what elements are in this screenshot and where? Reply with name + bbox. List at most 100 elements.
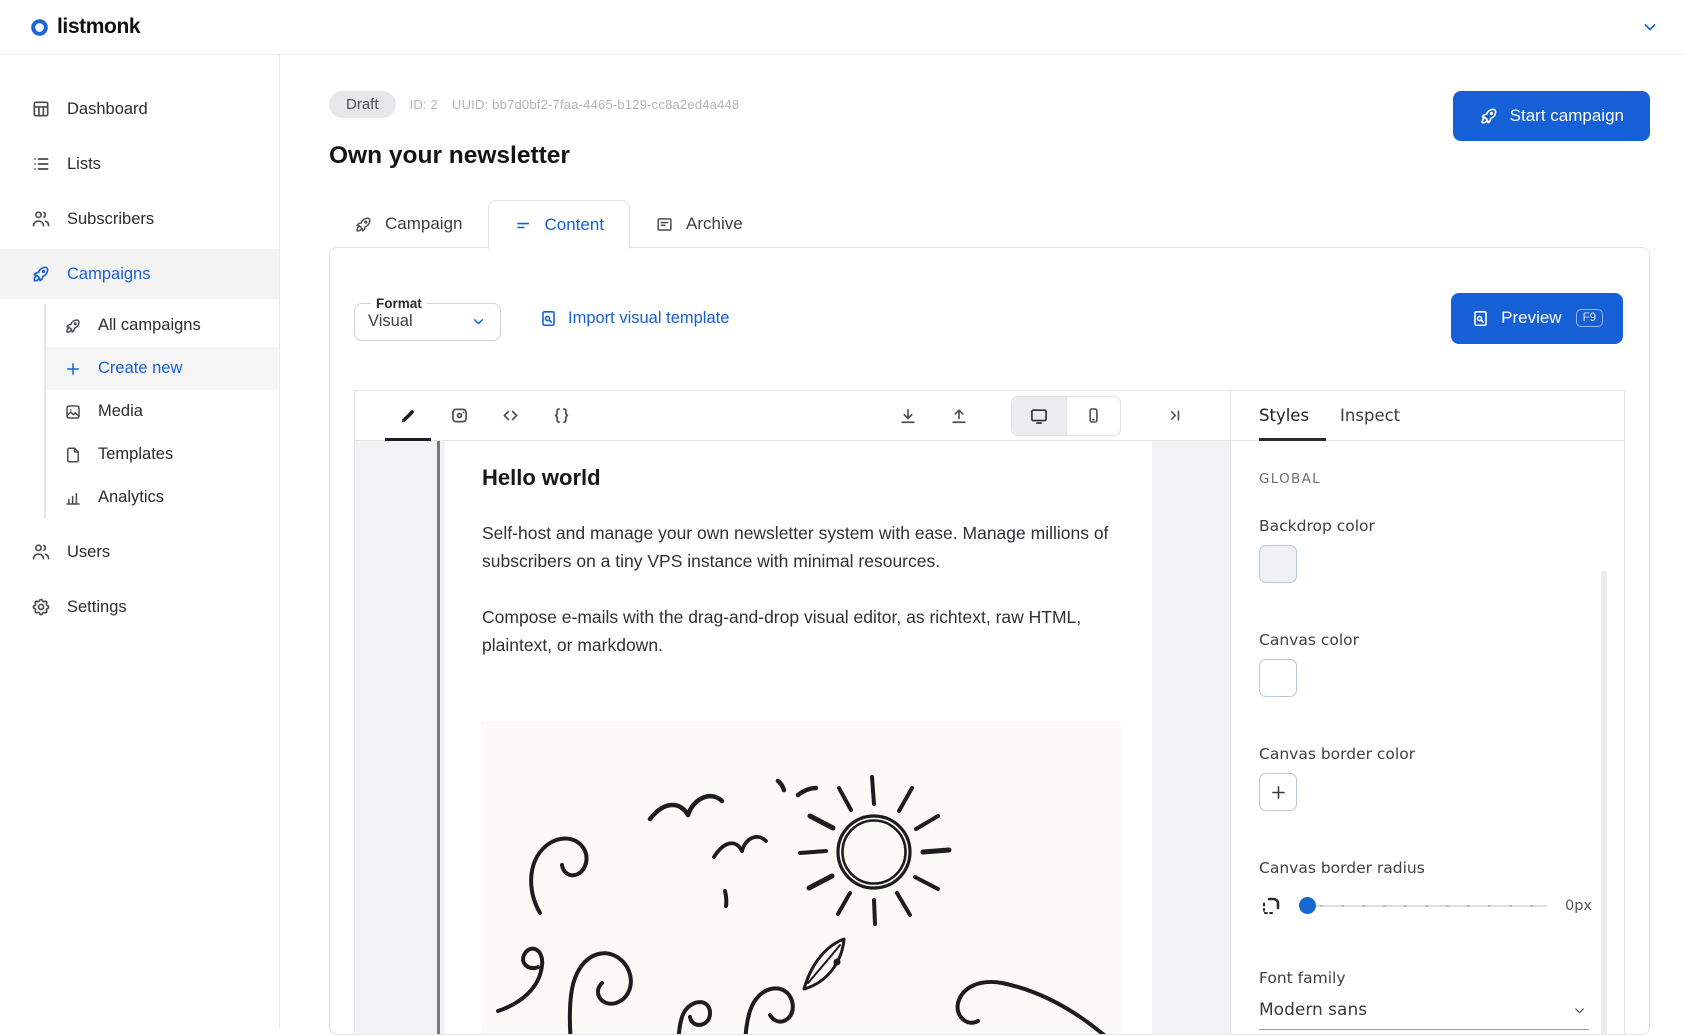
tab-campaign[interactable]: Campaign [329, 200, 488, 248]
canvas-border-color-swatch[interactable] [1259, 773, 1297, 811]
sidebar-item-media[interactable]: Media [46, 390, 279, 433]
email-body[interactable]: Hello world Self-host and manage your ow… [445, 441, 1152, 1034]
format-select[interactable]: Visual [368, 312, 487, 331]
sidebar-item-create-new[interactable]: Create new [46, 347, 279, 390]
border-radius-slider[interactable] [1299, 891, 1547, 921]
format-row: Format Visual Import visual template Pre… [330, 248, 1649, 360]
mobile-view-button[interactable] [1066, 397, 1120, 435]
sidebar-item-templates[interactable]: Templates [46, 433, 279, 476]
sidebar-item-label: Users [67, 543, 110, 562]
dashboard-icon [31, 99, 51, 119]
campaign-meta: Draft ID: 2 UUID: bb7d0bf2-7faa-4465-b12… [329, 91, 739, 118]
preview-mode-button[interactable] [436, 393, 482, 439]
sidebar-item-analytics[interactable]: Analytics [46, 476, 279, 519]
backdrop-color-label: Backdrop color [1259, 517, 1596, 535]
edit-tool-button[interactable] [385, 393, 431, 439]
email-canvas-backdrop[interactable]: Hello world Self-host and manage your ow… [355, 441, 1230, 1034]
email-hero-image[interactable] [482, 721, 1122, 1034]
tab-inspect[interactable]: Inspect [1340, 406, 1400, 425]
chevron-down-icon [1640, 17, 1660, 37]
canvas-color-swatch[interactable] [1259, 659, 1297, 697]
users-icon [31, 209, 51, 229]
upload-icon [949, 406, 969, 426]
users-icon [31, 542, 51, 562]
font-family-label: Font family [1259, 969, 1596, 987]
chevron-bar-right-icon [1165, 406, 1184, 425]
sidebar-item-label: Dashboard [67, 100, 148, 119]
sidebar: Dashboard Lists Subscribers Campaigns Al… [0, 55, 280, 1029]
slider-knob[interactable] [1299, 897, 1316, 914]
sidebar-item-settings[interactable]: Settings [0, 582, 279, 632]
border-radius-icon [1259, 894, 1283, 918]
list-icon [31, 154, 51, 174]
desktop-view-button[interactable] [1012, 397, 1066, 435]
sidebar-item-campaigns[interactable]: Campaigns [0, 249, 279, 299]
sidebar-item-dashboard[interactable]: Dashboard [0, 84, 279, 134]
sidebar-item-label: Settings [67, 598, 127, 617]
backdrop-color-swatch[interactable] [1259, 545, 1297, 583]
rocket-icon [31, 264, 51, 284]
logo-text: listmonk [57, 15, 140, 39]
preview-button[interactable]: Preview F9 [1451, 293, 1623, 344]
file-search-icon [1471, 309, 1490, 328]
chevron-down-icon [1572, 1003, 1587, 1018]
rocket-icon [64, 317, 82, 335]
import-design-button[interactable] [885, 393, 931, 439]
preview-label: Preview [1501, 308, 1561, 328]
font-family-select[interactable]: Modern sans [1259, 994, 1589, 1030]
braces-icon [551, 405, 572, 426]
tab-content[interactable]: Content [488, 200, 631, 249]
format-field-label: Format [371, 296, 427, 311]
editor-canvas-column: Hello world Self-host and manage your ow… [355, 391, 1231, 1034]
styles-panel-body: GLOBAL Backdrop color Canvas color Canva… [1231, 441, 1624, 1034]
format-selected-value: Visual [368, 312, 413, 331]
rocket-icon [354, 215, 373, 234]
template-file-icon [64, 446, 82, 464]
tab-styles[interactable]: Styles [1259, 406, 1309, 425]
sidebar-item-lists[interactable]: Lists [0, 139, 279, 189]
styles-panel: Styles Inspect GLOBAL Backdrop color Can… [1231, 391, 1624, 1034]
sidebar-item-subscribers[interactable]: Subscribers [0, 194, 279, 244]
export-design-button[interactable] [936, 393, 982, 439]
canvas-scrollbar[interactable] [437, 441, 440, 1034]
email-heading[interactable]: Hello world [482, 465, 1122, 491]
canvas-border-radius-control: 0px [1259, 891, 1596, 921]
media-icon [64, 403, 82, 421]
archive-news-icon [655, 215, 674, 234]
main-content: Draft ID: 2 UUID: bb7d0bf2-7faa-4465-b12… [280, 55, 1686, 1029]
tab-archive[interactable]: Archive [630, 200, 768, 248]
preview-shortcut-badge: F9 [1576, 309, 1603, 327]
start-campaign-button[interactable]: Start campaign [1453, 91, 1650, 141]
json-view-button[interactable] [538, 393, 584, 439]
start-campaign-label: Start campaign [1510, 106, 1624, 126]
doodle-illustration [482, 721, 1122, 1034]
plus-icon [1269, 783, 1288, 802]
tab-label: Content [545, 215, 605, 235]
device-toggle [1011, 396, 1121, 436]
canvas-border-radius-label: Canvas border radius [1259, 859, 1596, 877]
campaign-uuid: UUID: bb7d0bf2-7faa-4465-b129-cc8a2ed4a4… [452, 97, 739, 112]
email-paragraph[interactable]: Compose e-mails with the drag-and-drop v… [482, 603, 1122, 659]
sidebar-item-users[interactable]: Users [0, 527, 279, 577]
sidebar-item-label: Subscribers [67, 210, 154, 229]
slider-track [1299, 905, 1547, 907]
canvas-color-label: Canvas color [1259, 631, 1596, 649]
campaign-id: ID: 2 [410, 97, 438, 112]
collapse-panel-button[interactable] [1151, 393, 1197, 439]
email-paragraph[interactable]: Self-host and manage your own newsletter… [482, 519, 1122, 575]
code-icon [500, 405, 521, 426]
account-menu-toggle[interactable] [1640, 17, 1660, 37]
visual-editor: Hello world Self-host and manage your ow… [354, 390, 1625, 1034]
listmonk-logo[interactable]: listmonk [30, 15, 140, 39]
format-field: Format Visual [354, 296, 501, 341]
editor-toolbar [355, 391, 1230, 441]
tab-label: Archive [686, 214, 743, 234]
sidebar-item-label: Lists [67, 155, 101, 174]
sidebar-item-all-campaigns[interactable]: All campaigns [46, 304, 279, 347]
code-view-button[interactable] [487, 393, 533, 439]
styles-panel-scrollbar[interactable] [1601, 571, 1607, 1035]
campaigns-subnav: All campaigns Create new Media Templates [44, 304, 279, 519]
canvas-border-color-label: Canvas border color [1259, 745, 1596, 763]
import-visual-template-link[interactable]: Import visual template [539, 309, 729, 328]
listmonk-logo-icon [30, 18, 49, 37]
